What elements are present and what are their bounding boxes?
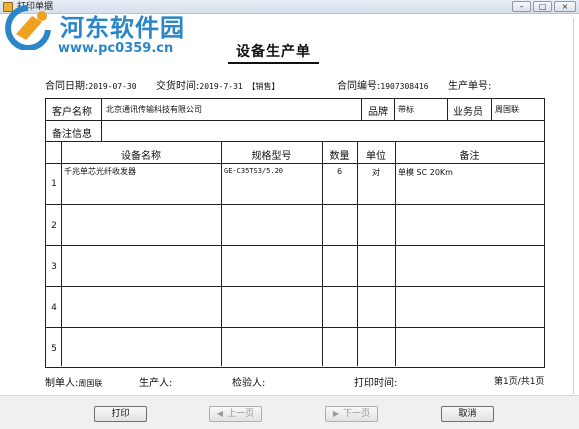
contract-number: 合同编号:1907308416 [337, 77, 429, 92]
previous-page-label: 上一页 [227, 409, 255, 419]
watermark-title: 河东软件园 [60, 14, 185, 42]
row-spec: GE-C35TS3/5.20 [224, 167, 284, 175]
cancel-button[interactable]: 取消 [441, 406, 494, 422]
row-device-name: 千兆单芯光纤收发器 [64, 167, 136, 176]
column-header-spec: 规格型号 [251, 151, 292, 162]
device-table: 设备名称 规格型号 数量 单位 备注 1 千兆单芯光纤收发器 GE-C35TS3… [45, 142, 545, 368]
brand-value: 带标 [398, 105, 414, 114]
maker-value: 周国联 [78, 379, 103, 388]
row-note: 单模 SC 20Km [398, 168, 453, 177]
production-number-label: 生产单号: [448, 81, 492, 92]
producer-label: 生产人: [139, 378, 173, 389]
button-bar: 打印 ◀ 上一页 ▶ 下一页 取消 [0, 395, 579, 429]
watermark-logo-icon [5, 5, 51, 50]
maker: 制单人:周国联 [45, 374, 102, 389]
column-header-unit: 单位 [366, 151, 386, 162]
row-unit: 对 [372, 168, 380, 177]
contract-number-value: 1907308416 [380, 82, 429, 91]
row-number: 2 [51, 221, 57, 231]
customer-name-label: 客户名称 [52, 107, 92, 118]
delivery-time: 交货时间:2019-7-31 【销售】 [156, 77, 280, 92]
salesperson-value: 周国联 [495, 105, 519, 114]
production-number: 生产单号: [448, 77, 491, 92]
watermark-url: www.pc0359.cn [58, 41, 174, 56]
maximize-button[interactable]: □ [533, 1, 552, 12]
salesperson-label: 业务员 [453, 107, 483, 118]
row-number: 1 [51, 179, 57, 189]
brand-label: 品牌 [368, 107, 388, 118]
contract-number-label: 合同编号: [337, 81, 381, 92]
arrow-left-icon: ◀ [216, 409, 224, 418]
next-page-button[interactable]: ▶ 下一页 [325, 406, 378, 422]
document-title: 设备生产单 [228, 41, 319, 64]
page-info: 第1页/共1页 [494, 377, 545, 387]
customer-info-box: 客户名称 北京通讯传输科技有限公司 品牌 带标 业务员 周国联 备注信息 [45, 98, 545, 142]
column-header-quantity: 数量 [329, 151, 350, 162]
row-quantity: 6 [336, 167, 343, 176]
customer-name-value: 北京通讯传输科技有限公司 [106, 105, 202, 114]
previous-page-button[interactable]: ◀ 上一页 [209, 406, 262, 422]
row-number: 5 [51, 344, 57, 354]
close-button[interactable]: × [554, 1, 576, 12]
print-button[interactable]: 打印 [94, 406, 147, 422]
delivery-time-value: 2019-7-31 【销售】 [199, 82, 280, 91]
contract-date-value: 2019-07-30 [88, 82, 137, 91]
column-header-device-name: 设备名称 [121, 151, 161, 162]
inspector-label: 检验人: [232, 378, 266, 389]
print-time-label: 打印时间: [354, 378, 398, 389]
row-number: 4 [51, 303, 57, 313]
row-number: 3 [51, 262, 57, 272]
delivery-time-label: 交货时间: [156, 81, 200, 92]
column-header-note: 备注 [459, 151, 480, 162]
next-page-label: 下一页 [343, 409, 371, 419]
arrow-right-icon: ▶ [332, 409, 340, 418]
remarks-label: 备注信息 [52, 129, 92, 140]
minimize-button[interactable]: – [512, 1, 531, 12]
maker-label: 制单人: [45, 378, 79, 389]
contract-date-label: 合同日期: [45, 81, 89, 92]
contract-date: 合同日期:2019-07-30 [45, 77, 137, 92]
